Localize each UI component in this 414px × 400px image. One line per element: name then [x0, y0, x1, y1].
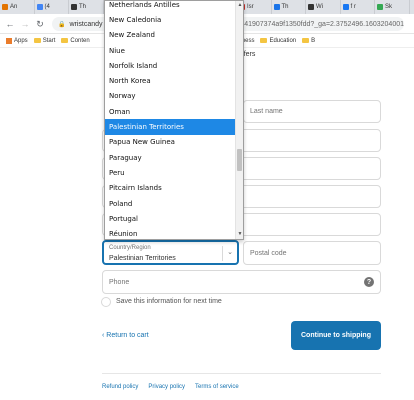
- footer-links: Refund policy Privacy policy Terms of se…: [102, 384, 239, 390]
- bookmark-label: Education: [269, 37, 297, 44]
- dropdown-scrollbar[interactable]: ▲ ▼: [235, 1, 243, 239]
- tab-label: Th: [79, 4, 87, 10]
- refund-policy-link[interactable]: Refund policy: [102, 384, 138, 390]
- dropdown-option[interactable]: Palestinian Territories: [105, 119, 236, 135]
- tab-label: An: [10, 4, 18, 10]
- phone-field[interactable]: Phone: [102, 270, 381, 294]
- browser-tab[interactable]: (4: [35, 0, 69, 14]
- address-url-left: wristcandy: [69, 20, 103, 28]
- postal-code-field[interactable]: Postal code: [243, 241, 381, 265]
- select-divider: [222, 246, 223, 261]
- save-info-label: Save this information for next time: [116, 298, 222, 305]
- tab-favicon-icon: [71, 4, 77, 10]
- help-icon[interactable]: ?: [364, 277, 374, 287]
- continue-to-shipping-button[interactable]: Continue to shipping: [291, 321, 381, 350]
- last-name-field[interactable]: Last name: [243, 100, 381, 123]
- country-select[interactable]: Country/Region Palestinian Territories ⌄: [102, 240, 239, 265]
- tab-favicon-icon: [273, 4, 280, 10]
- dropdown-option[interactable]: North Korea: [105, 74, 236, 89]
- scrollbar-thumb[interactable]: [237, 149, 242, 171]
- country-label: Country/Region: [109, 245, 151, 251]
- dropdown-option[interactable]: Papua New Guinea: [105, 135, 236, 150]
- tab-favicon-icon: [2, 4, 8, 10]
- dropdown-option[interactable]: Pitcairn Islands: [105, 181, 236, 196]
- reload-icon[interactable]: ↻: [33, 17, 47, 31]
- last-name-placeholder: Last name: [250, 108, 283, 115]
- bookmark-label: B: [311, 37, 316, 44]
- forward-arrow-icon[interactable]: →: [18, 17, 32, 31]
- dropdown-option[interactable]: Norfolk Island: [105, 58, 236, 73]
- bookmark-item[interactable]: Conten: [61, 37, 90, 44]
- dropdown-option[interactable]: Réunion: [105, 227, 236, 240]
- dropdown-option[interactable]: Portugal: [105, 211, 236, 226]
- dropdown-option[interactable]: Peru: [105, 165, 236, 180]
- bookmark-item[interactable]: B: [302, 38, 315, 44]
- folder-icon: [302, 38, 310, 43]
- back-arrow-icon[interactable]: ←: [3, 17, 17, 31]
- dropdown-option[interactable]: Oman: [105, 104, 236, 119]
- bookmark-item[interactable]: Education: [260, 38, 296, 44]
- lock-icon: 🔒: [58, 21, 66, 28]
- tab-label: f r: [350, 4, 356, 10]
- browser-tab[interactable]: f r: [341, 0, 375, 14]
- tab-label: Th: [281, 4, 289, 10]
- chevron-left-icon: ‹: [102, 332, 105, 339]
- save-info-checkbox[interactable]: [101, 297, 111, 307]
- dropdown-option[interactable]: Niue: [105, 43, 236, 58]
- tab-favicon-icon: [308, 4, 314, 10]
- footer-divider: [102, 373, 381, 374]
- tab-label: Wi: [316, 4, 323, 10]
- country-dropdown-list[interactable]: Réunion Portugal Poland Pitcairn Islands Per…: [104, 0, 244, 240]
- tab-label: Isr: [247, 4, 254, 10]
- dropdown-option[interactable]: Netherlands Antilles: [105, 1, 236, 12]
- return-to-cart-label: Return to cart: [106, 332, 149, 339]
- phone-placeholder: Phone: [109, 279, 130, 286]
- folder-icon: [61, 38, 69, 43]
- scroll-up-arrow-icon[interactable]: ▲: [237, 2, 243, 8]
- dropdown-option[interactable]: New Zealand: [105, 28, 236, 43]
- address-url-right: e653f641907374a9f1350fdd?_ga=2.3752496.1…: [222, 20, 404, 28]
- bookmark-item[interactable]: Apps: [6, 37, 28, 44]
- apps-grid-icon: [6, 37, 12, 44]
- tab-favicon-icon: [342, 4, 349, 10]
- browser-tab[interactable]: Sk: [375, 0, 410, 14]
- browser-tab[interactable]: An: [0, 0, 35, 14]
- tab-favicon-icon: [36, 4, 43, 10]
- browser-tab[interactable]: Th: [272, 0, 306, 14]
- browser-tab[interactable]: Wi: [306, 0, 341, 14]
- country-value: Palestinian Territories: [109, 255, 176, 262]
- bookmark-label: Start: [42, 37, 56, 44]
- folder-icon: [260, 38, 268, 43]
- privacy-policy-link[interactable]: Privacy policy: [148, 384, 185, 390]
- tab-label: (4: [44, 4, 50, 10]
- dropdown-option[interactable]: Paraguay: [105, 150, 236, 165]
- scroll-down-arrow-icon[interactable]: ▼: [237, 231, 243, 237]
- dropdown-option[interactable]: New Caledonia: [105, 12, 236, 27]
- browser-tab[interactable]: Th: [69, 0, 104, 14]
- chevron-down-icon: ⌄: [227, 249, 233, 256]
- tab-label: Sk: [385, 4, 393, 10]
- terms-of-service-link[interactable]: Terms of service: [195, 384, 239, 390]
- dropdown-option[interactable]: Norway: [105, 89, 236, 104]
- bookmark-item[interactable]: Start: [33, 37, 56, 44]
- folder-icon: [33, 38, 41, 43]
- bookmark-label: Conten: [70, 37, 90, 44]
- return-to-cart-link[interactable]: ‹ Return to cart: [102, 332, 149, 339]
- postal-code-placeholder: Postal code: [250, 250, 287, 257]
- continue-button-label: Continue to shipping: [301, 332, 371, 339]
- tab-favicon-icon: [377, 4, 383, 10]
- bookmark-label: Apps: [14, 37, 28, 44]
- dropdown-option[interactable]: Poland: [105, 196, 236, 211]
